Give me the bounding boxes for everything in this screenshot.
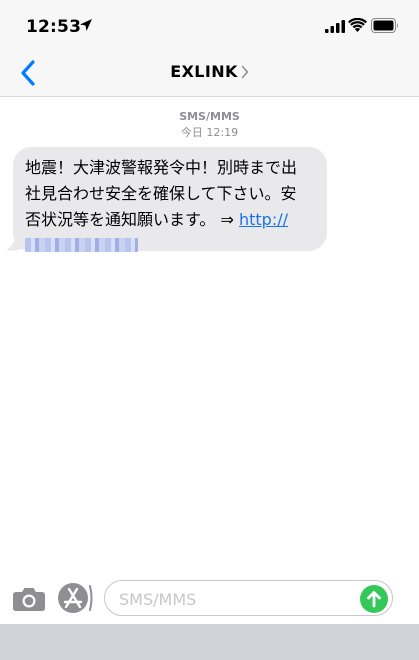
message-link[interactable]: http:// <box>239 210 288 229</box>
contact-name: EXLINK <box>170 62 238 81</box>
message-body: 地震！大津波警報発令中！別時まで出 社見合わせ安全を確保して下さい。安 否状況等… <box>25 155 315 259</box>
camera-icon[interactable] <box>12 586 46 612</box>
navigation-bar: EXLINK <box>0 52 419 97</box>
battery-icon <box>371 18 398 33</box>
message-timestamp: 今日 12:19 <box>180 126 239 139</box>
send-arrow-up-icon[interactable] <box>360 585 388 613</box>
app-store-icon[interactable] <box>57 582 93 614</box>
message-line: 否状況等を通知願います。 ⇒ http:// <box>25 207 315 233</box>
cellular-signal-icon <box>325 20 345 33</box>
input-placeholder: SMS/MMS <box>119 590 197 609</box>
wifi-icon <box>348 18 367 32</box>
location-arrow-icon <box>80 19 92 31</box>
redacted-url[interactable] <box>25 238 138 252</box>
status-time: 12:53 <box>26 17 82 37</box>
message-line: 社見合わせ安全を確保して下さい。安 <box>25 184 297 203</box>
message-input[interactable]: SMS/MMS <box>104 580 393 616</box>
message-text: 否状況等を通知願います。 ⇒ <box>25 210 239 229</box>
contact-title[interactable]: EXLINK <box>0 62 419 81</box>
incoming-message-bubble[interactable]: 地震！大津波警報発令中！別時まで出 社見合わせ安全を確保して下さい。安 否状況等… <box>13 147 327 252</box>
message-line: 地震！大津波警報発令中！別時まで出 <box>25 158 298 177</box>
service-label: SMS/MMS <box>179 110 240 123</box>
keyboard-area <box>0 624 419 660</box>
message-input-bar: SMS/MMS <box>0 572 419 624</box>
status-bar: 12:53 <box>0 0 419 52</box>
message-line <box>25 233 315 259</box>
chevron-right-icon <box>241 65 249 79</box>
